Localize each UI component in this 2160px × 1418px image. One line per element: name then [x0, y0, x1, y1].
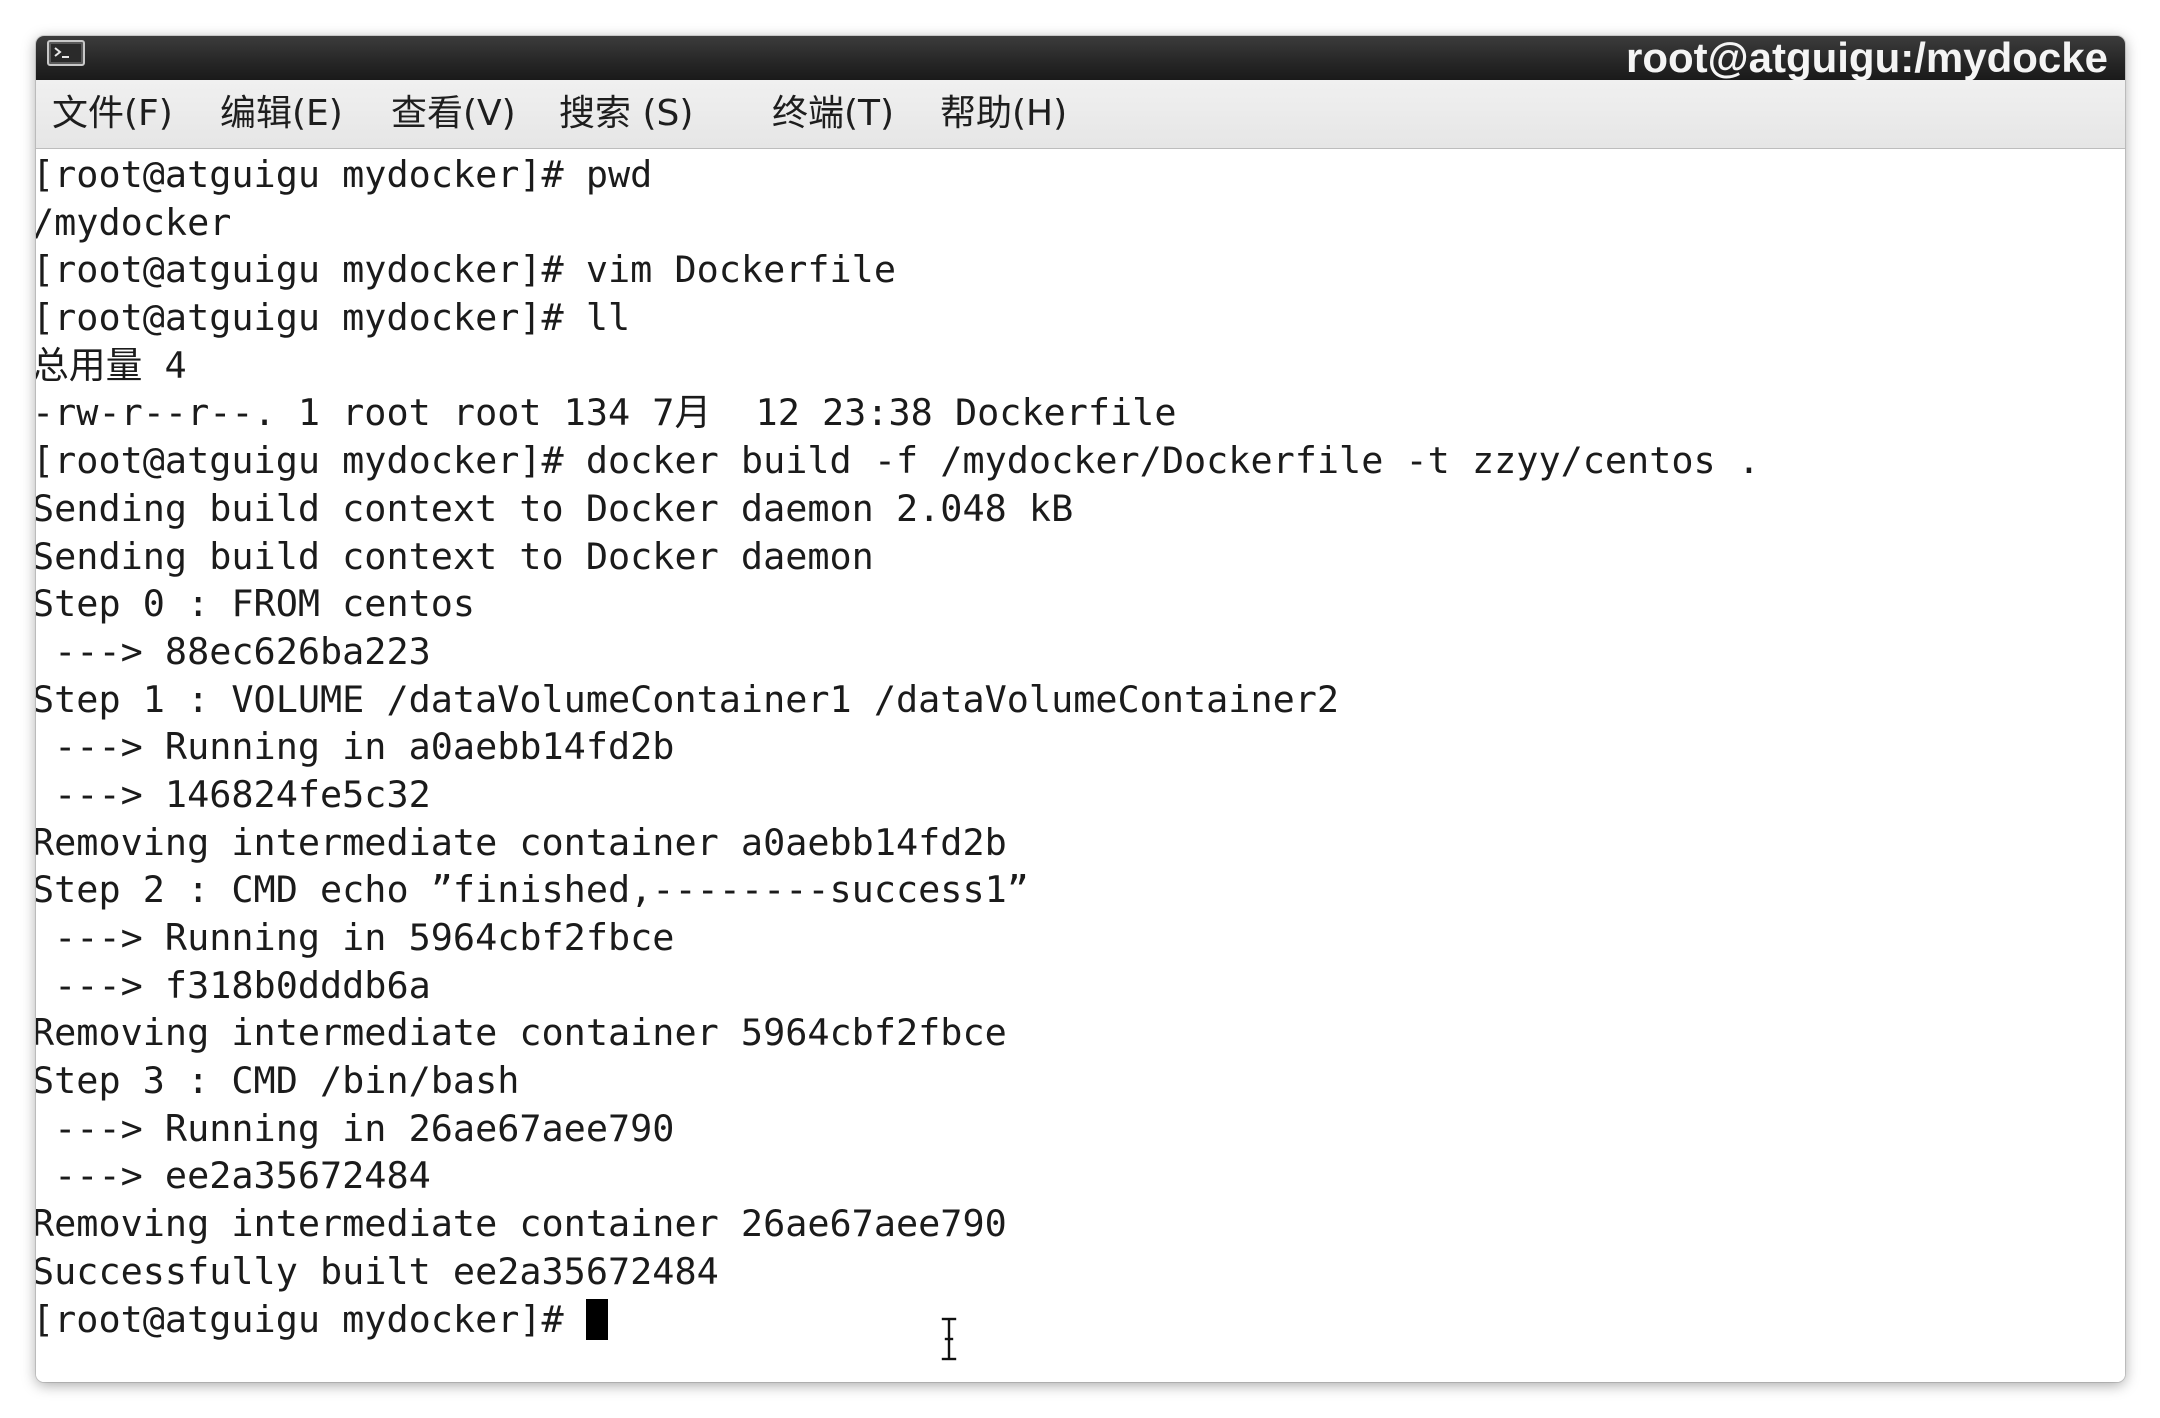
menu-file[interactable]: 文件(F)	[52, 80, 173, 148]
text-cursor-block	[585, 1298, 608, 1340]
title-bar[interactable]: root@atguigu:/mydocke	[36, 36, 2125, 80]
text-cursor-icon	[940, 1316, 958, 1362]
terminal-line: Step 1 : VOLUME /dataVolumeContainer1 /d…	[36, 677, 1340, 721]
terminal-line: Sending build context to Docker daemon 2…	[36, 486, 1074, 530]
terminal-line: Removing intermediate container a0aebb14…	[36, 820, 1007, 864]
terminal-line: Removing intermediate container 26ae67ae…	[36, 1202, 1007, 1246]
terminal-line: ---> 88ec626ba223	[36, 629, 431, 673]
terminal-line: ---> f318b0dddb6a	[36, 963, 431, 1007]
terminal-line: -rw-r--r--. 1 root root 134 7月 12 23:38 …	[36, 391, 1177, 435]
terminal-line: 总用量 4	[36, 343, 187, 387]
terminal-line: ---> Running in 26ae67aee790	[36, 1106, 675, 1150]
terminal-line: Removing intermediate container 5964cbf2…	[36, 1011, 1007, 1055]
terminal-line: /mydocker	[36, 200, 232, 244]
terminal-line: Successfully built ee2a35672484	[36, 1249, 719, 1293]
terminal-window: root@atguigu:/mydocke 文件(F) 编辑(E) 查看(V) …	[36, 36, 2125, 1382]
terminal-line: [root@atguigu mydocker]# ll	[36, 296, 631, 340]
menu-terminal[interactable]: 终端(T)	[772, 80, 894, 148]
terminal-line: [root@atguigu mydocker]# docker build -f…	[36, 439, 1760, 483]
terminal-line: Sending build context to Docker daemon	[36, 534, 874, 578]
menu-search[interactable]: 搜索 (S)	[559, 80, 693, 148]
terminal-output[interactable]: [root@atguigu mydocker]# pwd /mydocker […	[36, 149, 2125, 1382]
terminal-line: ---> Running in 5964cbf2fbce	[36, 916, 675, 959]
window-title: root@atguigu:/mydocke	[1626, 36, 2108, 80]
terminal-line: [root@atguigu mydocker]# vim Dockerfile	[36, 248, 896, 292]
menu-bar: 文件(F) 编辑(E) 查看(V) 搜索 (S) 终端(T) 帮助(H)	[36, 80, 2125, 149]
terminal-line: Step 2 : CMD echo ”finished,--------succ…	[36, 868, 1029, 912]
menu-view[interactable]: 查看(V)	[391, 80, 516, 148]
menu-help[interactable]: 帮助(H)	[940, 80, 1067, 148]
prompt-line[interactable]: [root@atguigu mydocker]#	[36, 1296, 2125, 1344]
terminal-line: ---> Running in a0aebb14fd2b	[36, 725, 675, 769]
terminal-line: [root@atguigu mydocker]# pwd	[36, 153, 653, 196]
terminal-line: ---> ee2a35672484	[36, 1154, 431, 1198]
terminal-icon[interactable]	[47, 40, 85, 66]
terminal-line: Step 0 : FROM centos	[36, 582, 476, 626]
terminal-line: ---> 146824fe5c32	[36, 772, 431, 816]
menu-edit[interactable]: 编辑(E)	[220, 80, 343, 148]
terminal-line: Step 3 : CMD /bin/bash	[36, 1059, 520, 1103]
shell-prompt: [root@atguigu mydocker]#	[36, 1297, 586, 1341]
